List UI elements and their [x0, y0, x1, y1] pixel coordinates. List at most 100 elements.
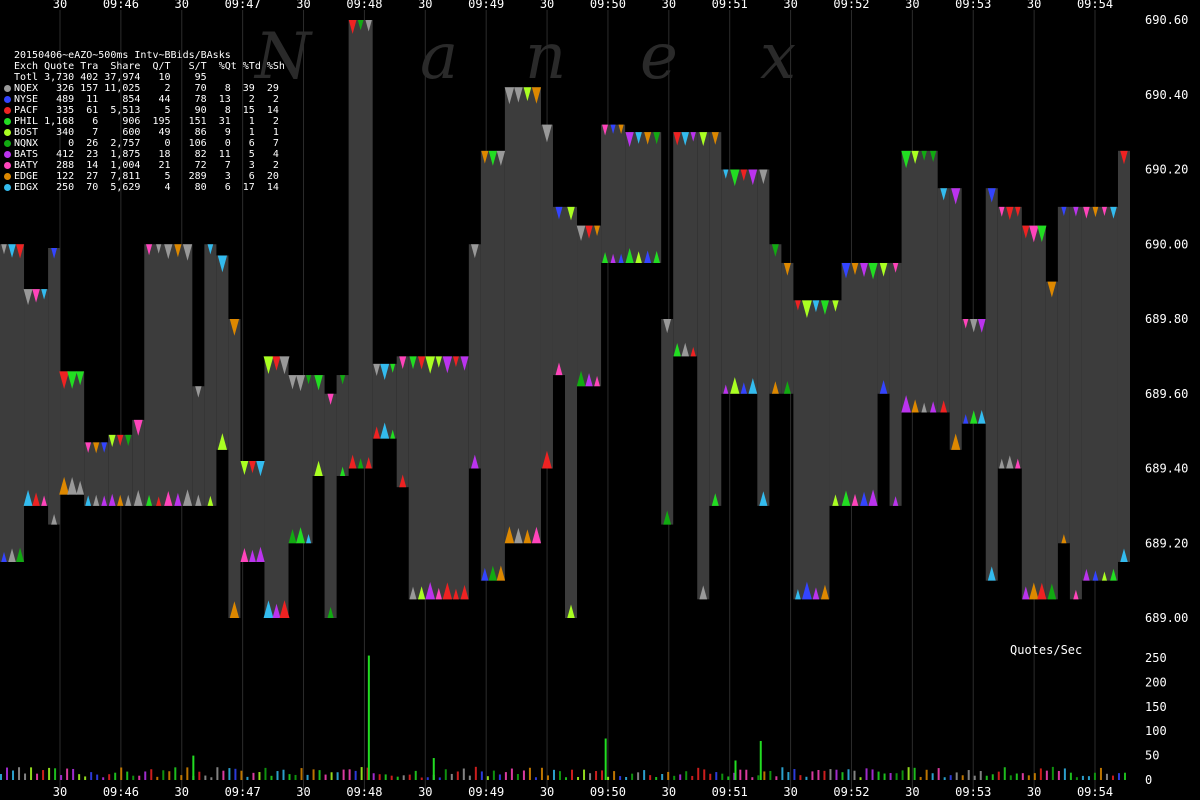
volume-bar	[763, 771, 766, 780]
volume-bar	[817, 769, 820, 780]
price-tick-label: 690.60	[1145, 13, 1188, 27]
spread-band	[408, 356, 469, 600]
volume-bar	[1105, 773, 1108, 780]
volume-bar	[661, 774, 664, 780]
volume-bar	[775, 776, 778, 780]
x-tick-label: 30	[905, 785, 919, 799]
volume-spike	[604, 738, 607, 780]
volume-bar	[474, 766, 477, 780]
volume-bar	[835, 769, 838, 780]
volume-bar	[414, 770, 417, 780]
spread-band	[0, 244, 25, 562]
volume-bar	[703, 769, 706, 780]
x-tick-label: 09:53	[955, 0, 991, 11]
x-tick-label: 09:50	[590, 785, 626, 799]
volume-bar	[546, 775, 549, 780]
volume-bar	[222, 770, 225, 780]
volume-tick-label: 200	[1145, 675, 1167, 689]
volume-bar	[769, 771, 772, 780]
x-tick-label: 09:52	[833, 0, 869, 11]
volume-bar	[534, 777, 537, 780]
spread-band	[1045, 281, 1058, 600]
price-tick-label: 690.40	[1145, 88, 1188, 102]
x-tick-label: 30	[662, 785, 676, 799]
volume-bar	[228, 768, 231, 780]
volume-bar	[336, 772, 339, 780]
spread-band	[577, 225, 602, 387]
spread-band	[192, 386, 205, 506]
volume-bar	[847, 769, 850, 780]
volume-bar	[823, 770, 826, 780]
volume-bar	[390, 775, 393, 780]
volume-bar	[294, 774, 297, 780]
volume-bar	[649, 775, 652, 780]
volume-bar	[240, 770, 243, 780]
volume-bar	[150, 769, 153, 780]
x-tick-label: 09:46	[103, 0, 139, 11]
price-tick-label: 690.00	[1145, 237, 1188, 251]
watermark-letter: n	[525, 20, 567, 94]
volume-bar	[450, 773, 453, 780]
volume-bar	[667, 771, 670, 780]
volume-bar	[811, 771, 814, 780]
legend-row-text: BATY 288 14 1,004 21 72 7 3 2	[14, 160, 279, 171]
volume-bar	[805, 776, 808, 780]
spread-band	[264, 356, 289, 618]
volume-bar	[258, 772, 261, 780]
volume-bar	[787, 772, 790, 780]
spread-band	[601, 124, 626, 263]
x-tick-label: 30	[53, 785, 67, 799]
x-tick-label: 30	[540, 0, 554, 11]
volume-bar	[709, 773, 712, 780]
spread-band	[757, 169, 770, 506]
x-tick-label: 09:49	[468, 0, 504, 11]
volume-tick-label: 100	[1145, 724, 1167, 738]
volume-bar	[234, 768, 237, 780]
x-tick-label: 30	[783, 0, 797, 11]
legend-row-text: BOST 340 7 600 49 86 9 1 1	[14, 127, 279, 138]
volume-bar	[42, 770, 45, 780]
exchange-color-dot	[4, 172, 11, 180]
volume-bar	[1021, 773, 1024, 780]
x-tick-label: 09:46	[103, 785, 139, 799]
spread-band	[661, 319, 674, 525]
volume-bar	[288, 774, 291, 780]
volume-bar	[552, 769, 555, 780]
spread-band	[480, 150, 505, 581]
spread-band	[540, 124, 553, 469]
spread-band	[1021, 225, 1046, 600]
volume-bar	[679, 774, 682, 780]
volume-bar	[883, 773, 886, 780]
volume-bar	[156, 776, 159, 780]
legend-row-text: NQNX 0 26 2,757 0 106 0 6 7	[14, 138, 279, 149]
volume-spike	[192, 755, 195, 780]
volume-bar	[985, 775, 988, 780]
x-tick-label: 09:49	[468, 785, 504, 799]
spread-band	[204, 244, 217, 506]
volume-bar	[1117, 773, 1120, 780]
volume-bar	[637, 772, 640, 780]
volume-bar	[468, 775, 471, 780]
spread-band	[60, 371, 85, 495]
volume-bar	[24, 773, 27, 780]
volume-bar	[1015, 773, 1018, 780]
legend-row: PHIL 1,168 6 906 195 151 31 1 2	[4, 116, 279, 127]
volume-bar	[949, 775, 952, 780]
exchange-color-dot	[4, 139, 11, 147]
volume-bar	[907, 767, 910, 780]
spread-band	[1069, 206, 1082, 600]
volume-bar	[1027, 775, 1030, 780]
x-tick-label: 30	[905, 0, 919, 11]
volume-bar	[1093, 772, 1096, 780]
spread-band	[240, 461, 265, 562]
volume-bar	[685, 771, 688, 780]
volume-bar	[144, 771, 147, 780]
legend-row-text: EDGE 122 27 7,811 5 289 3 6 20	[14, 171, 279, 182]
spread-band	[324, 393, 337, 618]
spread-band	[228, 319, 241, 618]
x-tick-label: 30	[418, 0, 432, 11]
volume-bar	[757, 775, 760, 780]
volume-bar	[1051, 766, 1054, 780]
x-tick-label: 30	[418, 785, 432, 799]
volume-bar	[72, 768, 75, 780]
